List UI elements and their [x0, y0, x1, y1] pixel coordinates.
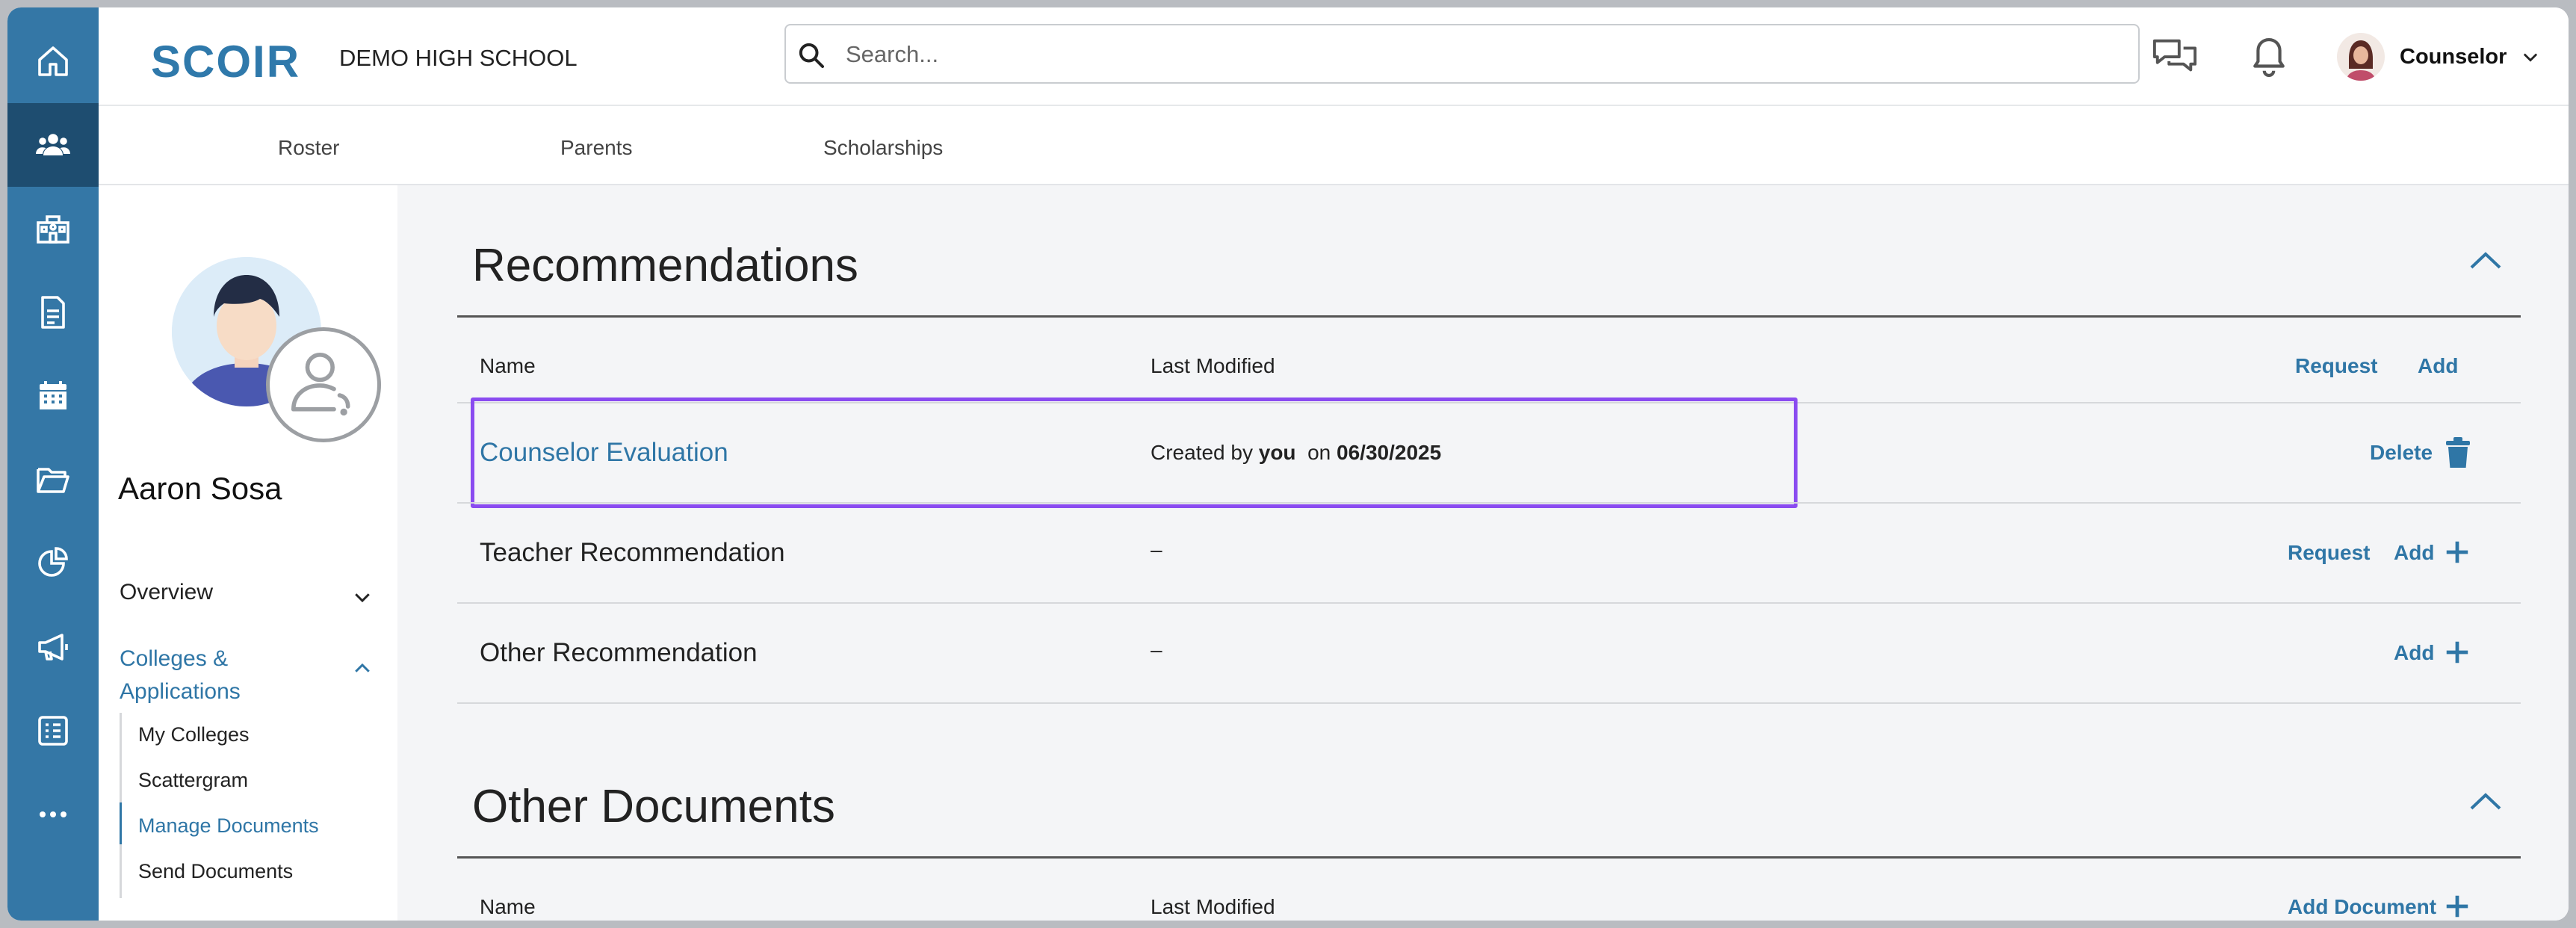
- student-panel: Aaron Sosa Overview Colleges & Applicati…: [99, 185, 397, 921]
- overview-link[interactable]: Overview: [120, 580, 213, 605]
- main-content: Recommendations Name Last Modified Reque…: [397, 185, 2569, 921]
- plus-icon[interactable]: [2443, 538, 2471, 566]
- recommendations-title: Recommendations: [472, 240, 858, 291]
- rail-calendar[interactable]: [7, 354, 99, 438]
- calendar-icon: [40, 381, 66, 409]
- search-input[interactable]: [846, 36, 2116, 73]
- chevron-down-icon: [2524, 53, 2538, 62]
- rail-analytics[interactable]: [7, 522, 99, 605]
- teacher-recommendation-label: Teacher Recommendation: [480, 538, 785, 567]
- home-icon: [38, 46, 68, 76]
- school-icon: [37, 215, 69, 244]
- last-modified-value: –: [1151, 538, 1162, 561]
- section-divider: [457, 856, 2521, 859]
- students-icon: [36, 134, 70, 155]
- add-button[interactable]: Add: [2394, 641, 2434, 665]
- bell-icon[interactable]: [2250, 34, 2288, 79]
- colleges-label-line1: Colleges &: [120, 646, 229, 671]
- sub-item-scattergram[interactable]: Scattergram: [138, 769, 248, 792]
- scoir-logo[interactable]: SCOIR: [151, 36, 300, 87]
- chevron-up-icon[interactable]: [2467, 245, 2504, 275]
- user-placeholder-icon: [266, 327, 381, 442]
- add-button[interactable]: Add: [2394, 541, 2434, 565]
- row-divider: [457, 602, 2521, 604]
- rail-students[interactable]: [7, 103, 99, 187]
- search-icon: [799, 43, 824, 68]
- plus-icon[interactable]: [2443, 892, 2471, 921]
- rail-announcements[interactable]: [7, 605, 99, 689]
- add-button[interactable]: Add: [2418, 354, 2458, 378]
- app-window: SCOIR DEMO HIGH SCHOOL Counselor Roster …: [7, 7, 2569, 921]
- user-menu[interactable]: Counselor: [2337, 27, 2541, 87]
- chevron-up-icon[interactable]: [2467, 786, 2504, 816]
- other-recommendation-label: Other Recommendation: [480, 638, 758, 667]
- school-name: DEMO HIGH SCHOOL: [339, 45, 578, 71]
- top-header: SCOIR DEMO HIGH SCHOOL Counselor: [99, 7, 2569, 106]
- subnav-roster[interactable]: Roster: [278, 136, 339, 160]
- add-document-button[interactable]: Add Document: [2288, 895, 2436, 919]
- analytics-icon: [38, 547, 68, 577]
- request-button[interactable]: Request: [2295, 354, 2377, 378]
- chat-icon[interactable]: [2152, 34, 2198, 79]
- more-icon: [40, 811, 66, 817]
- sub-item-my-colleges[interactable]: My Colleges: [138, 723, 250, 746]
- other-documents-title: Other Documents: [472, 781, 835, 832]
- colleges-applications-link[interactable]: Colleges & Applications: [120, 643, 241, 708]
- rail-more[interactable]: [7, 773, 99, 856]
- megaphone-icon: [38, 634, 68, 661]
- colleges-sub-menu: My Colleges Scattergram Manage Documents…: [120, 713, 374, 898]
- user-role-label: Counselor: [2400, 44, 2507, 69]
- rail-tasks[interactable]: [7, 689, 99, 773]
- plus-icon[interactable]: [2443, 638, 2471, 666]
- folder-icon: [37, 468, 69, 493]
- section-divider: [457, 315, 2521, 318]
- subnav-parents[interactable]: Parents: [560, 136, 633, 160]
- delete-button[interactable]: Delete: [2370, 441, 2433, 465]
- counselor-avatar: [2337, 33, 2385, 81]
- left-rail: [7, 7, 99, 921]
- trash-icon[interactable]: [2443, 436, 2473, 469]
- rail-documents[interactable]: [7, 270, 99, 354]
- column-header-last-modified: Last Modified: [1151, 895, 1275, 918]
- request-button[interactable]: Request: [2288, 541, 2370, 565]
- sub-item-send-documents[interactable]: Send Documents: [138, 860, 293, 883]
- sub-item-manage-documents[interactable]: Manage Documents: [138, 814, 319, 838]
- last-modified-value: –: [1151, 638, 1162, 661]
- colleges-label-line2: Applications: [120, 679, 241, 704]
- column-header-name: Name: [480, 895, 536, 918]
- chevron-up-icon[interactable]: [351, 658, 374, 680]
- chevron-down-icon[interactable]: [351, 586, 374, 608]
- rail-home[interactable]: [7, 19, 99, 103]
- row-divider: [457, 502, 2521, 504]
- sub-navigation: Roster Parents Scholarships: [99, 106, 2569, 185]
- checklist-icon: [38, 716, 68, 746]
- student-name: Aaron Sosa: [118, 471, 282, 506]
- rail-schools[interactable]: [7, 187, 99, 270]
- highlight-box: [471, 398, 1798, 508]
- subnav-scholarships[interactable]: Scholarships: [823, 136, 943, 160]
- document-icon: [41, 296, 65, 329]
- column-header-name: Name: [480, 354, 536, 377]
- rail-files[interactable]: [7, 438, 99, 522]
- active-indicator: [120, 802, 122, 844]
- search-box[interactable]: [784, 24, 2140, 84]
- row-divider: [457, 702, 2521, 704]
- column-header-last-modified: Last Modified: [1151, 354, 1275, 377]
